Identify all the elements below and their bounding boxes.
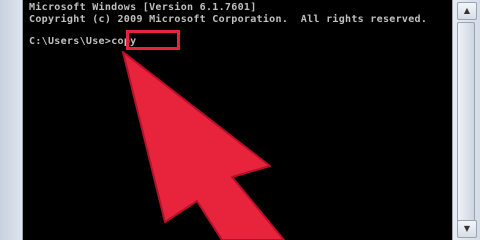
command-prompt-window: Microsoft Windows [Version 6.1.7601] Cop… [0,0,480,240]
pointer-arrow-shape [122,51,285,240]
pointer-arrow-icon [122,51,285,240]
